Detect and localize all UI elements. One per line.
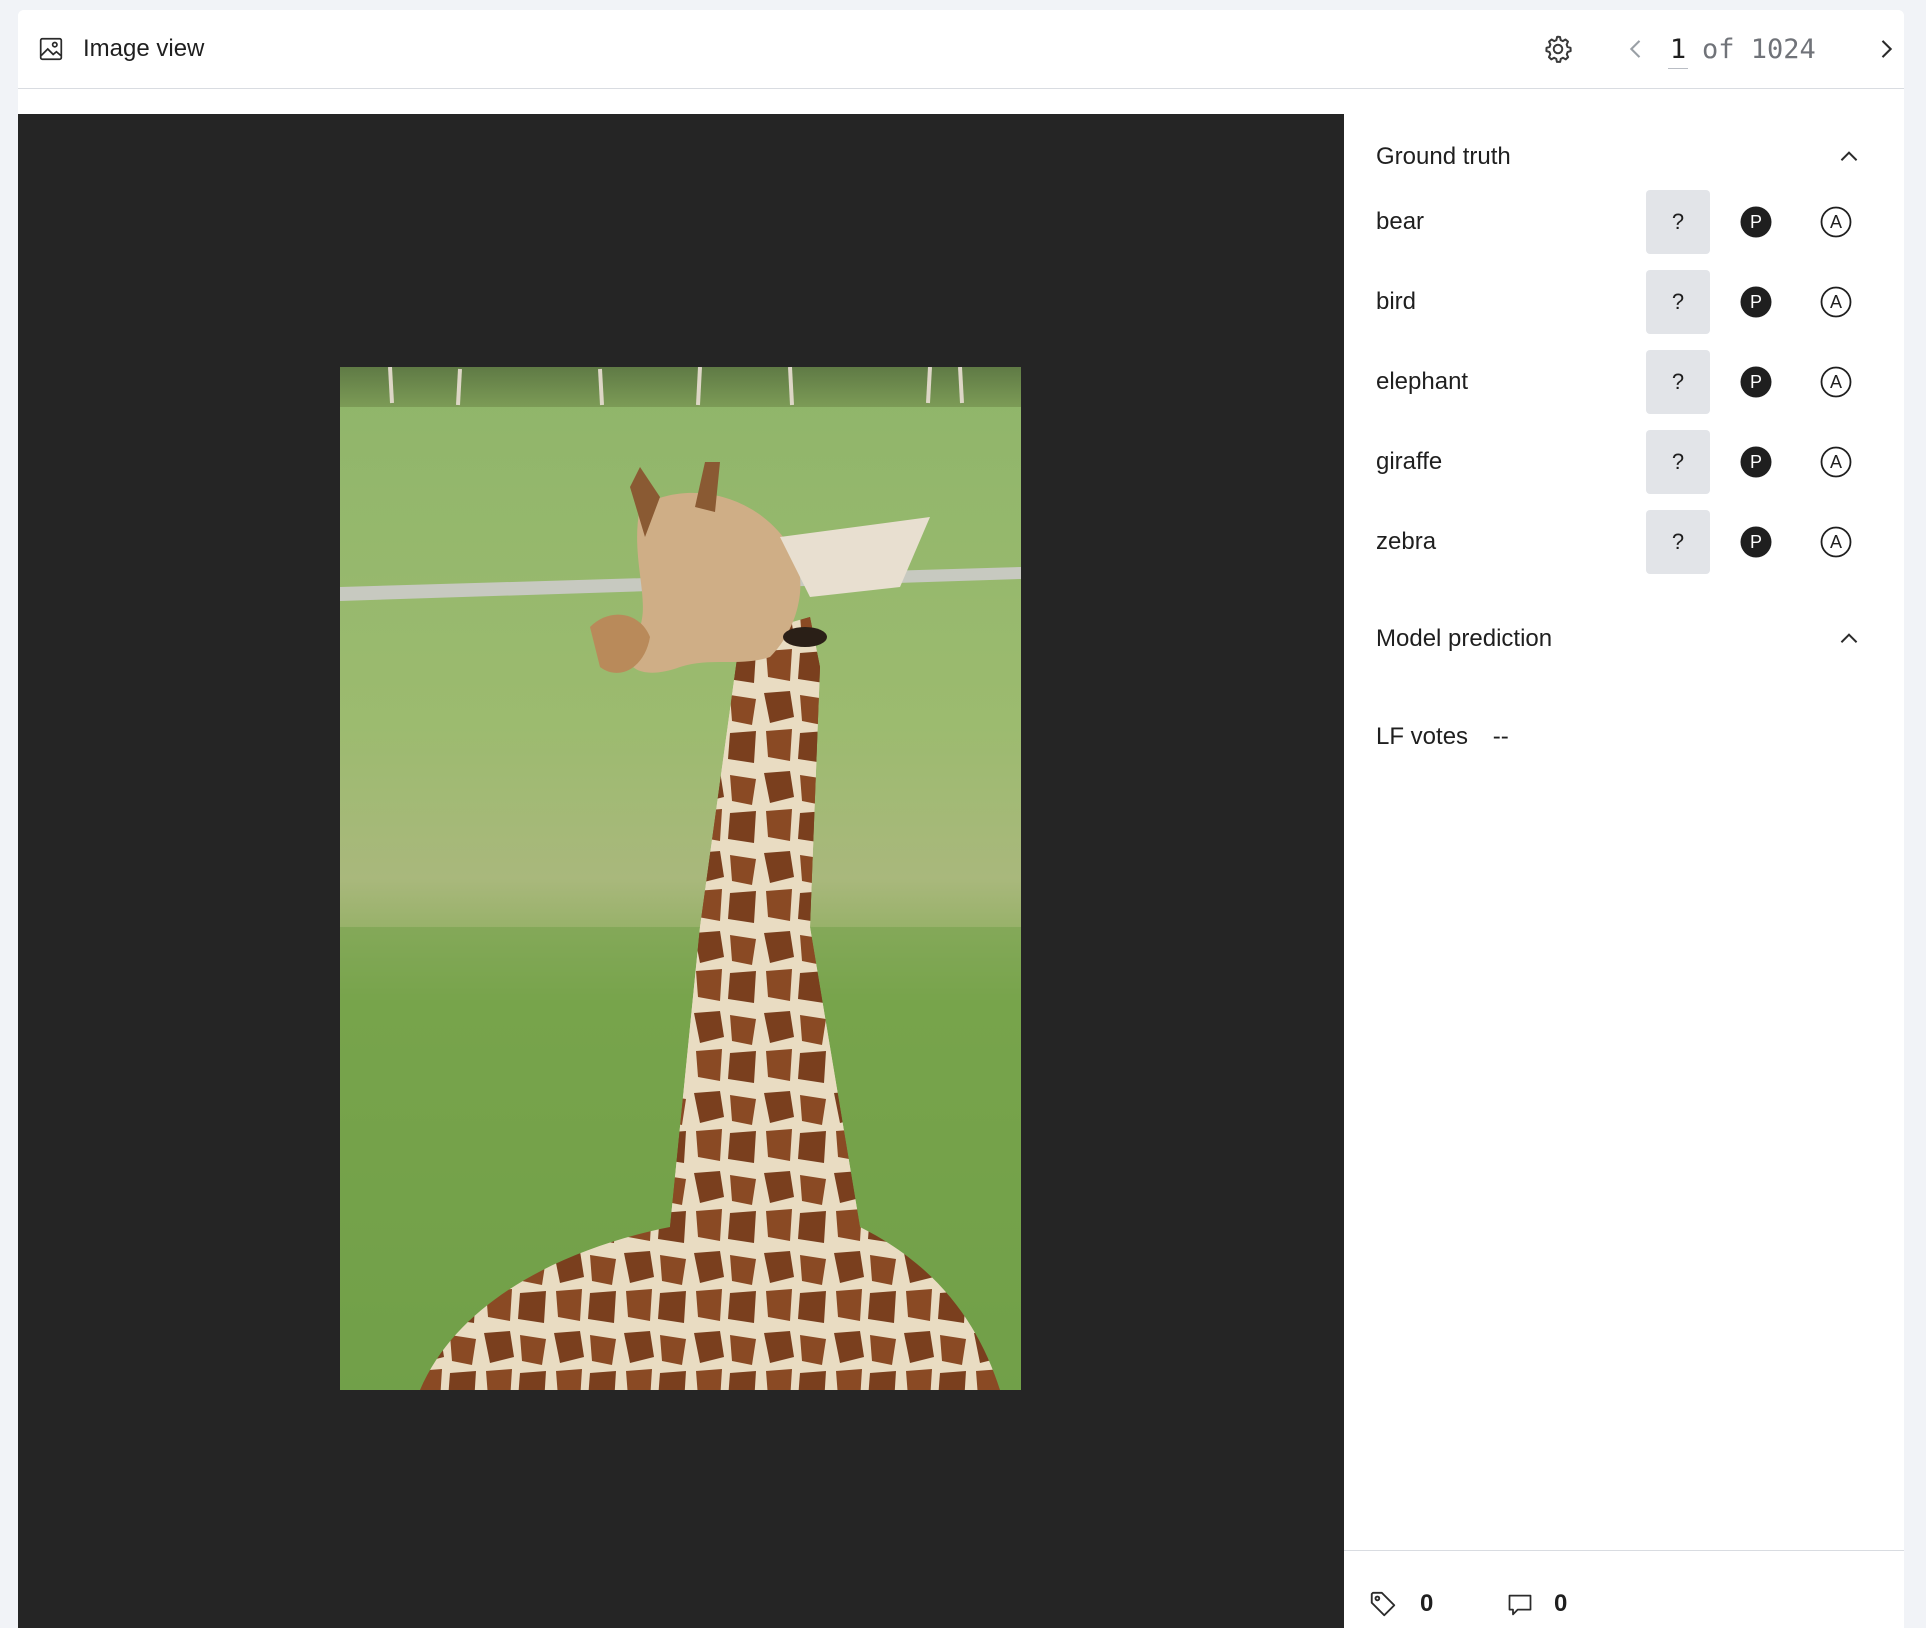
unknown-button[interactable]: ?: [1646, 430, 1710, 494]
tag-count: 0: [1420, 1590, 1434, 1617]
image-view-panel: Image view 1 of 1024 Ground truth bear ?…: [18, 10, 1904, 1628]
label-row: bird ? P A: [1376, 270, 1876, 334]
absent-icon[interactable]: A: [1820, 526, 1852, 558]
unknown-button[interactable]: ?: [1646, 350, 1710, 414]
chevron-right-icon[interactable]: [1872, 35, 1900, 63]
giraffe-photo: [340, 367, 1021, 1390]
svg-text:A: A: [1830, 532, 1842, 552]
svg-text:P: P: [1750, 292, 1762, 312]
present-icon[interactable]: P: [1740, 286, 1772, 318]
sidebar-footer: 0 0: [1344, 1550, 1904, 1628]
present-icon[interactable]: P: [1740, 526, 1772, 558]
absent-icon[interactable]: A: [1820, 366, 1852, 398]
model-prediction-title: Model prediction: [1376, 625, 1553, 652]
label-row: elephant ? P A: [1376, 350, 1876, 414]
header-bar: Image view 1 of 1024: [18, 10, 1904, 89]
svg-text:A: A: [1830, 372, 1842, 392]
pagination: 1 of 1024: [1668, 28, 1816, 72]
label-row: zebra ? P A: [1376, 510, 1876, 574]
page-total: of 1024: [1702, 34, 1816, 65]
present-icon[interactable]: P: [1740, 366, 1772, 398]
page-title: Image view: [83, 35, 205, 62]
tag-icon[interactable]: [1368, 1589, 1398, 1619]
label-name: bear: [1376, 208, 1425, 235]
chevron-left-icon[interactable]: [1622, 35, 1650, 63]
page-number-input[interactable]: 1: [1668, 32, 1688, 69]
unknown-button[interactable]: ?: [1646, 270, 1710, 334]
absent-icon[interactable]: A: [1820, 206, 1852, 238]
lf-votes: LF votes --: [1376, 722, 1509, 752]
present-icon[interactable]: P: [1740, 446, 1772, 478]
label-row: bear ? P A: [1376, 190, 1876, 254]
label-name: zebra: [1376, 528, 1437, 555]
ground-truth-title: Ground truth: [1376, 143, 1511, 170]
label-sidebar: Ground truth bear ? P A bird ? P A eleph…: [1344, 114, 1904, 1628]
svg-text:A: A: [1830, 292, 1842, 312]
unknown-button[interactable]: ?: [1646, 190, 1710, 254]
svg-text:A: A: [1830, 212, 1842, 232]
svg-text:P: P: [1750, 372, 1762, 392]
lf-votes-value: --: [1492, 723, 1509, 750]
image-icon: [39, 37, 63, 61]
label-row: giraffe ? P A: [1376, 430, 1876, 494]
svg-text:A: A: [1830, 452, 1842, 472]
gear-icon[interactable]: [1542, 33, 1574, 65]
present-icon[interactable]: P: [1740, 206, 1772, 238]
image-viewer: [18, 114, 1344, 1628]
comment-icon[interactable]: [1506, 1591, 1534, 1619]
chevron-up-icon[interactable]: [1836, 626, 1862, 652]
lf-votes-label: LF votes: [1376, 723, 1469, 750]
chevron-up-icon[interactable]: [1836, 144, 1862, 170]
absent-icon[interactable]: A: [1820, 446, 1852, 478]
label-name: elephant: [1376, 368, 1469, 395]
svg-text:P: P: [1750, 452, 1762, 472]
svg-text:P: P: [1750, 532, 1762, 552]
absent-icon[interactable]: A: [1820, 286, 1852, 318]
svg-text:P: P: [1750, 212, 1762, 232]
label-name: giraffe: [1376, 448, 1443, 475]
label-name: bird: [1376, 288, 1417, 315]
unknown-button[interactable]: ?: [1646, 510, 1710, 574]
comment-count: 0: [1554, 1590, 1568, 1617]
